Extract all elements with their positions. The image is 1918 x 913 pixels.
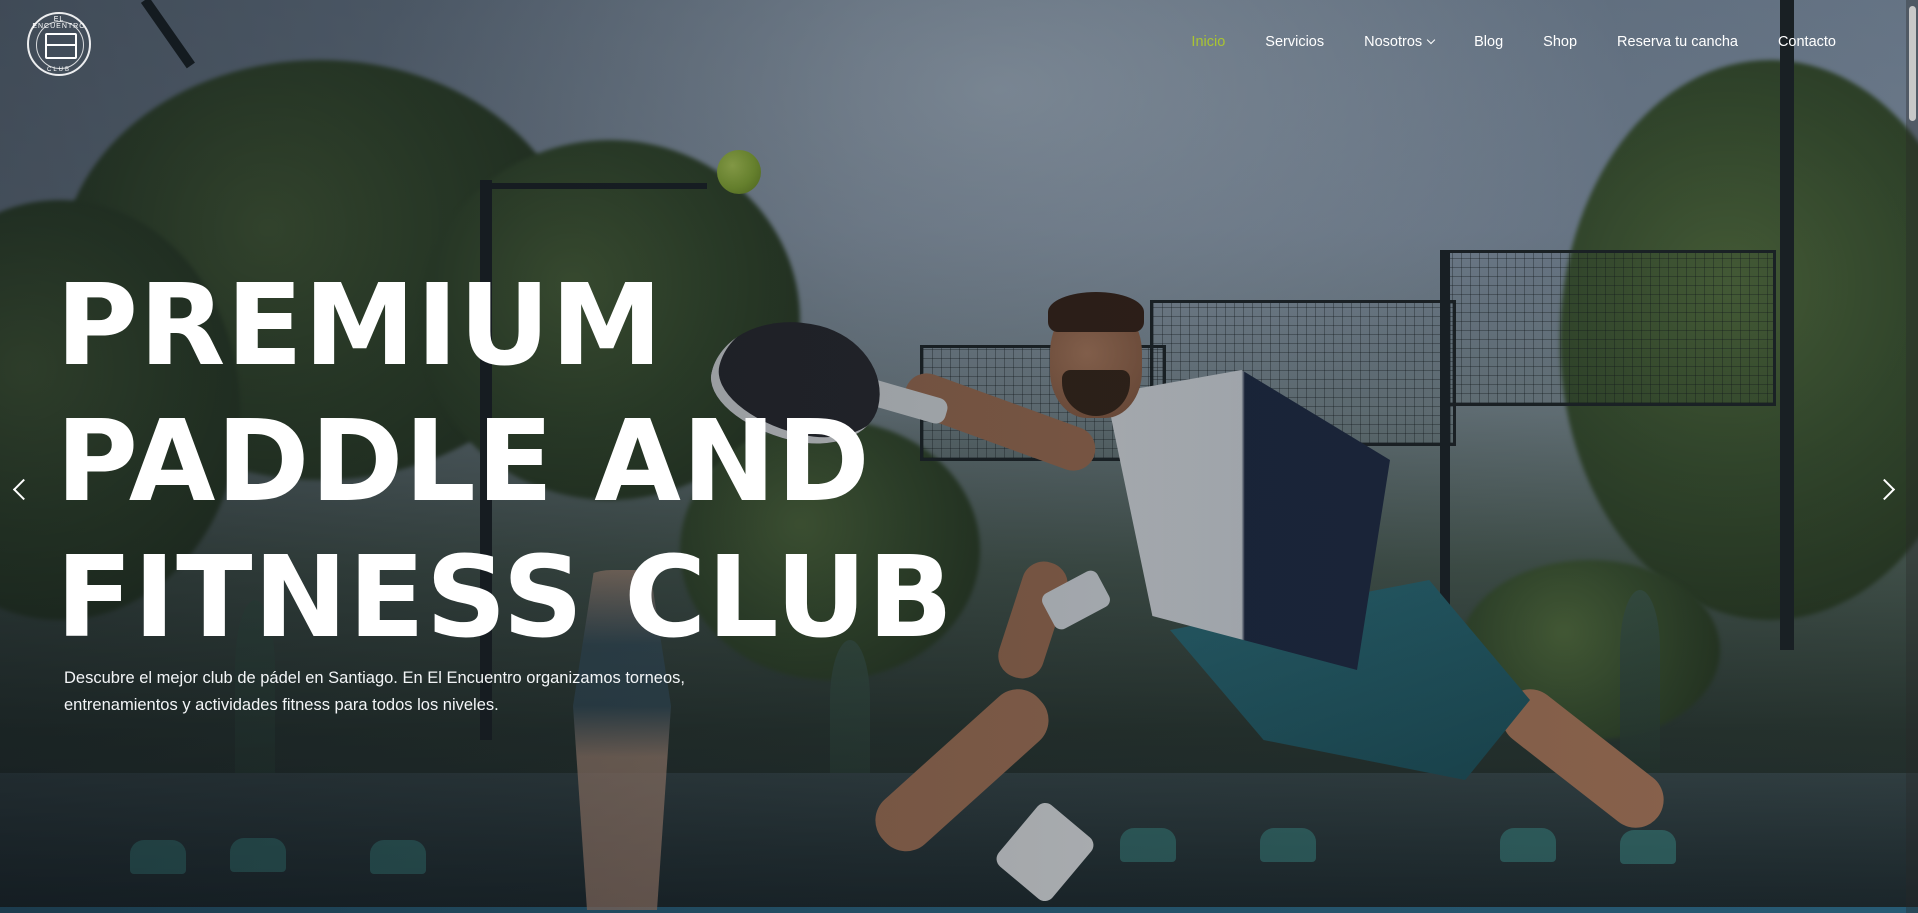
chevron-down-icon: [1426, 35, 1436, 45]
nav-item-contacto[interactable]: Contacto: [1758, 34, 1856, 50]
nav-item-nosotros[interactable]: Nosotros: [1344, 34, 1454, 50]
nav-item-label: Reserva tu cancha: [1617, 34, 1738, 50]
logo-text-bottom: CLUB: [46, 67, 71, 73]
nav-item-label: Nosotros: [1364, 34, 1423, 50]
page: EL ENCUENTRO CLUB Inicio Servicios Nosot…: [0, 0, 1918, 913]
nav-item-label: Blog: [1474, 34, 1504, 50]
chevron-left-icon[interactable]: [10, 478, 32, 500]
nav-item-label: Shop: [1543, 34, 1578, 50]
nav-item-inicio[interactable]: Inicio: [1171, 34, 1245, 50]
hero-description: Descubre el mejor club de pádel en Santi…: [64, 669, 685, 714]
hero-title-line: PREMIUM: [56, 261, 664, 391]
nav-item-blog[interactable]: Blog: [1454, 34, 1523, 50]
scrollbar-thumb[interactable]: [1909, 6, 1916, 121]
hero-title: PREMIUM PADDLE AND FITNESS CLUB: [56, 258, 1056, 666]
nav-item-label: Contacto: [1777, 34, 1836, 50]
site-header: EL ENCUENTRO CLUB Inicio Servicios Nosot…: [0, 0, 1918, 88]
page-scrollbar[interactable]: [1906, 0, 1918, 913]
nav-item-servicios[interactable]: Servicios: [1245, 34, 1344, 50]
club-logo[interactable]: EL ENCUENTRO CLUB: [27, 12, 91, 76]
hero-title-line: FITNESS CLUB: [56, 533, 954, 663]
hero-title-line: PADDLE AND: [56, 397, 871, 527]
nav-item-label: Servicios: [1265, 34, 1325, 50]
court-icon: [45, 33, 77, 59]
nav-item-label: Inicio: [1191, 34, 1226, 50]
main-nav: Inicio Servicios Nosotros Blog Shop Rese…: [1171, 34, 1856, 50]
nav-item-reserva[interactable]: Reserva tu cancha: [1597, 34, 1758, 50]
chevron-right-icon[interactable]: [1876, 478, 1898, 500]
nav-item-shop[interactable]: Shop: [1523, 34, 1597, 50]
logo-text-top: EL ENCUENTRO: [32, 16, 86, 30]
